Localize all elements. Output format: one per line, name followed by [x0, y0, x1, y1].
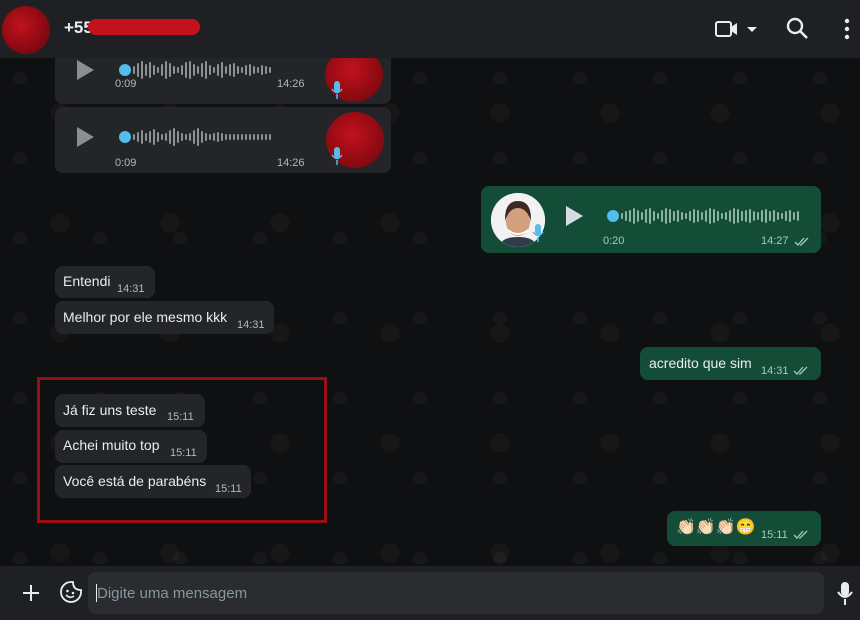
audio-duration: 0:09	[115, 157, 137, 169]
message-time: 14:31	[761, 365, 789, 377]
audio-waveform[interactable]	[133, 127, 271, 147]
sticker-icon[interactable]	[59, 580, 83, 604]
play-icon[interactable]	[566, 206, 583, 226]
redaction-mark	[88, 19, 200, 35]
message-input[interactable]: Digite uma mensagem	[88, 572, 824, 614]
highlight-box	[37, 377, 327, 523]
message-input-placeholder: Digite uma mensagem	[97, 585, 248, 602]
play-icon[interactable]	[77, 60, 94, 80]
audio-progress-dot[interactable]	[119, 131, 131, 143]
message-time: 14:31	[237, 319, 265, 331]
message-time: 14:27	[761, 235, 789, 247]
chat-area[interactable]: 0:09 14:26 0:09 14:26 0:20 14:27 Entendi…	[0, 58, 860, 566]
audio-progress-dot[interactable]	[119, 64, 131, 76]
mic-icon	[331, 81, 343, 99]
chevron-down-icon[interactable]	[742, 16, 768, 42]
menu-icon[interactable]	[834, 16, 860, 42]
message-text: 👏🏻👏🏻👏🏻😁	[676, 519, 756, 536]
message-incoming: Melhor por ele mesmo kkk 14:31	[55, 301, 274, 334]
double-check-icon	[793, 530, 808, 539]
contact-avatar[interactable]	[2, 6, 50, 54]
audio-message-outgoing: 0:20 14:27	[481, 186, 821, 253]
message-time: 14:26	[277, 78, 305, 90]
audio-waveform[interactable]	[133, 60, 271, 80]
message-time: 15:11	[761, 529, 788, 541]
message-composer: Digite uma mensagem	[0, 566, 860, 620]
message-time: 14:26	[277, 157, 305, 169]
chat-header: +55	[0, 0, 860, 58]
message-text: Melhor por ele mesmo kkk	[63, 309, 228, 325]
audio-duration: 0:20	[603, 235, 625, 247]
video-call-icon[interactable]	[714, 16, 740, 42]
double-check-icon	[794, 237, 809, 246]
message-text: Entendi	[63, 273, 111, 289]
double-check-icon	[793, 366, 808, 375]
message-incoming: Entendi 14:31	[55, 266, 155, 298]
message-text: acredito que sim	[649, 355, 752, 371]
mic-icon	[532, 224, 544, 242]
mic-icon[interactable]	[836, 580, 854, 606]
message-time: 14:31	[117, 283, 145, 295]
play-icon[interactable]	[77, 127, 94, 147]
search-icon[interactable]	[785, 16, 811, 42]
audio-waveform[interactable]	[621, 206, 799, 226]
mic-icon	[331, 147, 343, 165]
plus-icon[interactable]	[20, 582, 42, 604]
audio-progress-dot[interactable]	[607, 210, 619, 222]
message-outgoing: acredito que sim 14:31	[640, 347, 821, 380]
audio-duration: 0:09	[115, 78, 137, 90]
message-outgoing: 👏🏻👏🏻👏🏻😁 15:11	[667, 511, 821, 546]
